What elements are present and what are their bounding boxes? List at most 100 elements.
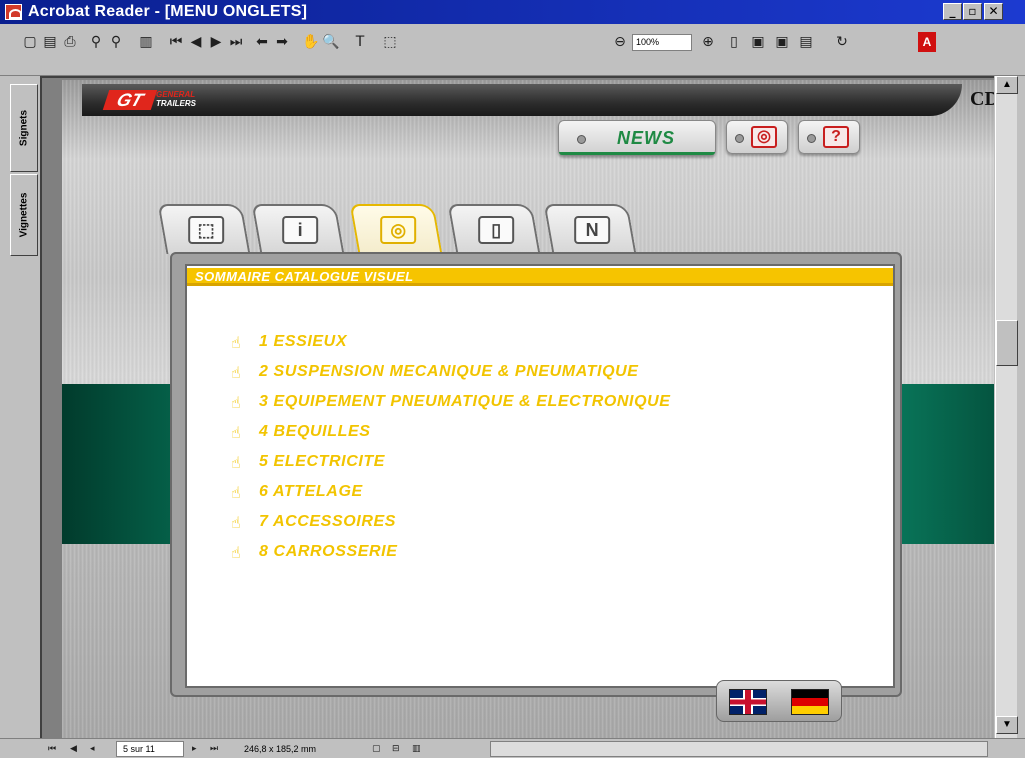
- acrobat-window: Acrobat Reader - [MENU ONGLETS] _ ▫ ✕ ▢ …: [0, 0, 1025, 758]
- menu-item-label: 2 SUSPENSION MECANIQUE & PNEUMATIQUE: [259, 363, 639, 380]
- last-page-icon[interactable]: ⏭: [228, 32, 244, 52]
- target-icon: ◎: [751, 126, 777, 148]
- menu-item-label: 6 ATTELAGE: [259, 483, 363, 500]
- first-page-icon[interactable]: ⏮: [168, 32, 184, 52]
- menu-item-label: 4 BEQUILLES: [259, 423, 371, 440]
- single-page-icon[interactable]: ▢: [372, 742, 381, 756]
- pointer-hand-icon: ☝: [231, 543, 241, 562]
- menu-item-label: 3 EQUIPEMENT PNEUMATIQUE & ELECTRONIQUE: [259, 393, 671, 410]
- status-last-page-icon[interactable]: ⏭: [210, 742, 218, 756]
- horizontal-scrollbar[interactable]: [490, 741, 988, 757]
- print-icon[interactable]: ⎙: [62, 32, 78, 52]
- cd-label: CD: [970, 88, 994, 110]
- gt-logo[interactable]: GT: [102, 90, 158, 110]
- eye-icon: ◎: [380, 216, 417, 244]
- find-icon[interactable]: ⚲: [88, 32, 104, 52]
- english-flag[interactable]: [729, 689, 767, 715]
- facing-icon[interactable]: ▥: [412, 742, 421, 756]
- tab-visual[interactable]: ◎: [349, 204, 443, 254]
- n-icon: N: [574, 216, 611, 244]
- search-icon[interactable]: ⚲: [108, 32, 124, 52]
- zoom-tool-icon[interactable]: 🔍: [322, 32, 339, 52]
- hand-tool-icon[interactable]: ✋: [302, 32, 319, 52]
- bookmarks-tab[interactable]: Signets: [10, 84, 38, 172]
- go-back-icon[interactable]: ⬅: [254, 32, 270, 52]
- box-icon: ⬚: [188, 216, 225, 244]
- title-bar: Acrobat Reader - [MENU ONGLETS] _ ▫ ✕: [0, 0, 1025, 24]
- pointer-hand-icon: ☝: [231, 333, 241, 352]
- panel-title: SOMMAIRE CATALOGUE VISUEL: [195, 269, 414, 284]
- thumbnails-tab-label: Vignettes: [18, 192, 30, 238]
- save-icon[interactable]: ▤: [42, 32, 58, 52]
- pointer-hand-icon: ☝: [231, 513, 241, 532]
- news-label: NEWS: [617, 128, 675, 148]
- menu-item-label: 8 CARROSSERIE: [259, 543, 398, 560]
- gt-brand-text: GENERAL TRAILERS: [156, 90, 196, 108]
- question-icon: ?: [823, 126, 849, 148]
- german-flag[interactable]: [791, 689, 829, 715]
- indicator-dot: [577, 135, 586, 144]
- panel-title-bar: SOMMAIRE CATALOGUE VISUEL: [187, 268, 893, 286]
- minimize-button[interactable]: _: [943, 3, 962, 20]
- tab-numeric[interactable]: N: [543, 204, 637, 254]
- side-tabs: Signets Vignettes: [10, 84, 38, 734]
- thumbnails-tab[interactable]: Vignettes: [10, 174, 38, 256]
- restore-button[interactable]: ▫: [963, 3, 982, 20]
- pointer-hand-icon: ☝: [231, 393, 241, 412]
- fit-page-icon[interactable]: ▣: [750, 32, 766, 52]
- indicator-dot: [735, 134, 744, 143]
- prev-page-icon[interactable]: ◀: [188, 32, 204, 52]
- status-bar: ⏮ ◀ ◂ 5 sur 11 ▸ ⏭ 246,8 x 185,2 mm ▢ ⊟ …: [0, 738, 1025, 758]
- menu-item-label: 7 ACCESSOIRES: [259, 513, 397, 530]
- document-icon: ▯: [478, 216, 515, 244]
- status-prev-icon[interactable]: ◂: [90, 742, 95, 756]
- target-button[interactable]: ◎: [726, 120, 788, 154]
- scroll-down-icon[interactable]: ▼: [996, 716, 1018, 734]
- menu-item-label: 1 ESSIEUX: [259, 333, 348, 350]
- window-title: Acrobat Reader - [MENU ONGLETS]: [28, 3, 308, 20]
- fit-width-icon[interactable]: ▣: [774, 32, 790, 52]
- status-prev-page-icon[interactable]: ◀: [70, 742, 77, 756]
- rotate-icon[interactable]: ↻: [834, 32, 850, 52]
- scroll-up-icon[interactable]: ▲: [996, 76, 1018, 94]
- acrobat-logo-icon[interactable]: A: [918, 32, 936, 52]
- open-icon[interactable]: ▢: [22, 32, 38, 52]
- news-button[interactable]: NEWS: [558, 120, 716, 156]
- bookmarks-tab-label: Signets: [18, 109, 30, 147]
- zoom-out-icon[interactable]: ⊖: [612, 32, 628, 52]
- news-underline: [559, 152, 715, 155]
- close-button[interactable]: ✕: [984, 3, 1003, 20]
- graphics-select-icon[interactable]: ⬚: [382, 32, 398, 52]
- page-size: 246,8 x 185,2 mm: [244, 744, 317, 754]
- actual-size-icon[interactable]: ▯: [726, 32, 742, 52]
- status-next-icon[interactable]: ▸: [192, 742, 197, 756]
- catalog-content: SOMMAIRE CATALOGUE VISUEL ☝ 1 ESSIEUX ☝ 2 …: [185, 264, 895, 688]
- next-page-icon[interactable]: ▶: [208, 32, 224, 52]
- zoom-input[interactable]: 100%: [632, 34, 692, 51]
- pointer-hand-icon: ☝: [231, 363, 241, 382]
- scroll-thumb[interactable]: [996, 320, 1018, 366]
- zoom-in-icon[interactable]: ⊕: [700, 32, 716, 52]
- tab-info[interactable]: i: [251, 204, 345, 254]
- help-button[interactable]: ?: [798, 120, 860, 154]
- tab-document[interactable]: ▯: [447, 204, 541, 254]
- page-indicator[interactable]: 5 sur 11: [116, 741, 184, 757]
- pointer-hand-icon: ☝: [231, 453, 241, 472]
- toolbar: ▢ ▤ ⎙ ⚲ ⚲ ▥ ⏮ ◀ ▶ ⏭ ⬅ ➡ ✋ 🔍 T ⬚ ⊖ 100% ⊕…: [0, 24, 1025, 76]
- acrobat-app-icon[interactable]: [5, 4, 22, 20]
- bookmarks-panel-icon[interactable]: ▥: [138, 32, 154, 52]
- continuous-icon[interactable]: ⊟: [392, 742, 400, 756]
- brand-line-2: TRAILERS: [156, 99, 196, 108]
- go-forward-icon[interactable]: ➡: [274, 32, 290, 52]
- menu-item-label: 5 ELECTRICITE: [259, 453, 386, 470]
- text-select-icon[interactable]: T: [352, 32, 368, 52]
- pointer-hand-icon: ☝: [231, 483, 241, 502]
- info-icon: i: [282, 216, 319, 244]
- indicator-dot: [807, 134, 816, 143]
- status-first-page-icon[interactable]: ⏮: [48, 742, 56, 756]
- reflow-icon[interactable]: ▤: [798, 32, 814, 52]
- vertical-scrollbar[interactable]: ▲ ▼: [995, 76, 1018, 738]
- tab-product[interactable]: ⬚: [157, 204, 251, 254]
- document-view[interactable]: GT GENERAL TRAILERS CD NEWS ◎ ?: [40, 76, 994, 738]
- language-selector: [716, 680, 842, 722]
